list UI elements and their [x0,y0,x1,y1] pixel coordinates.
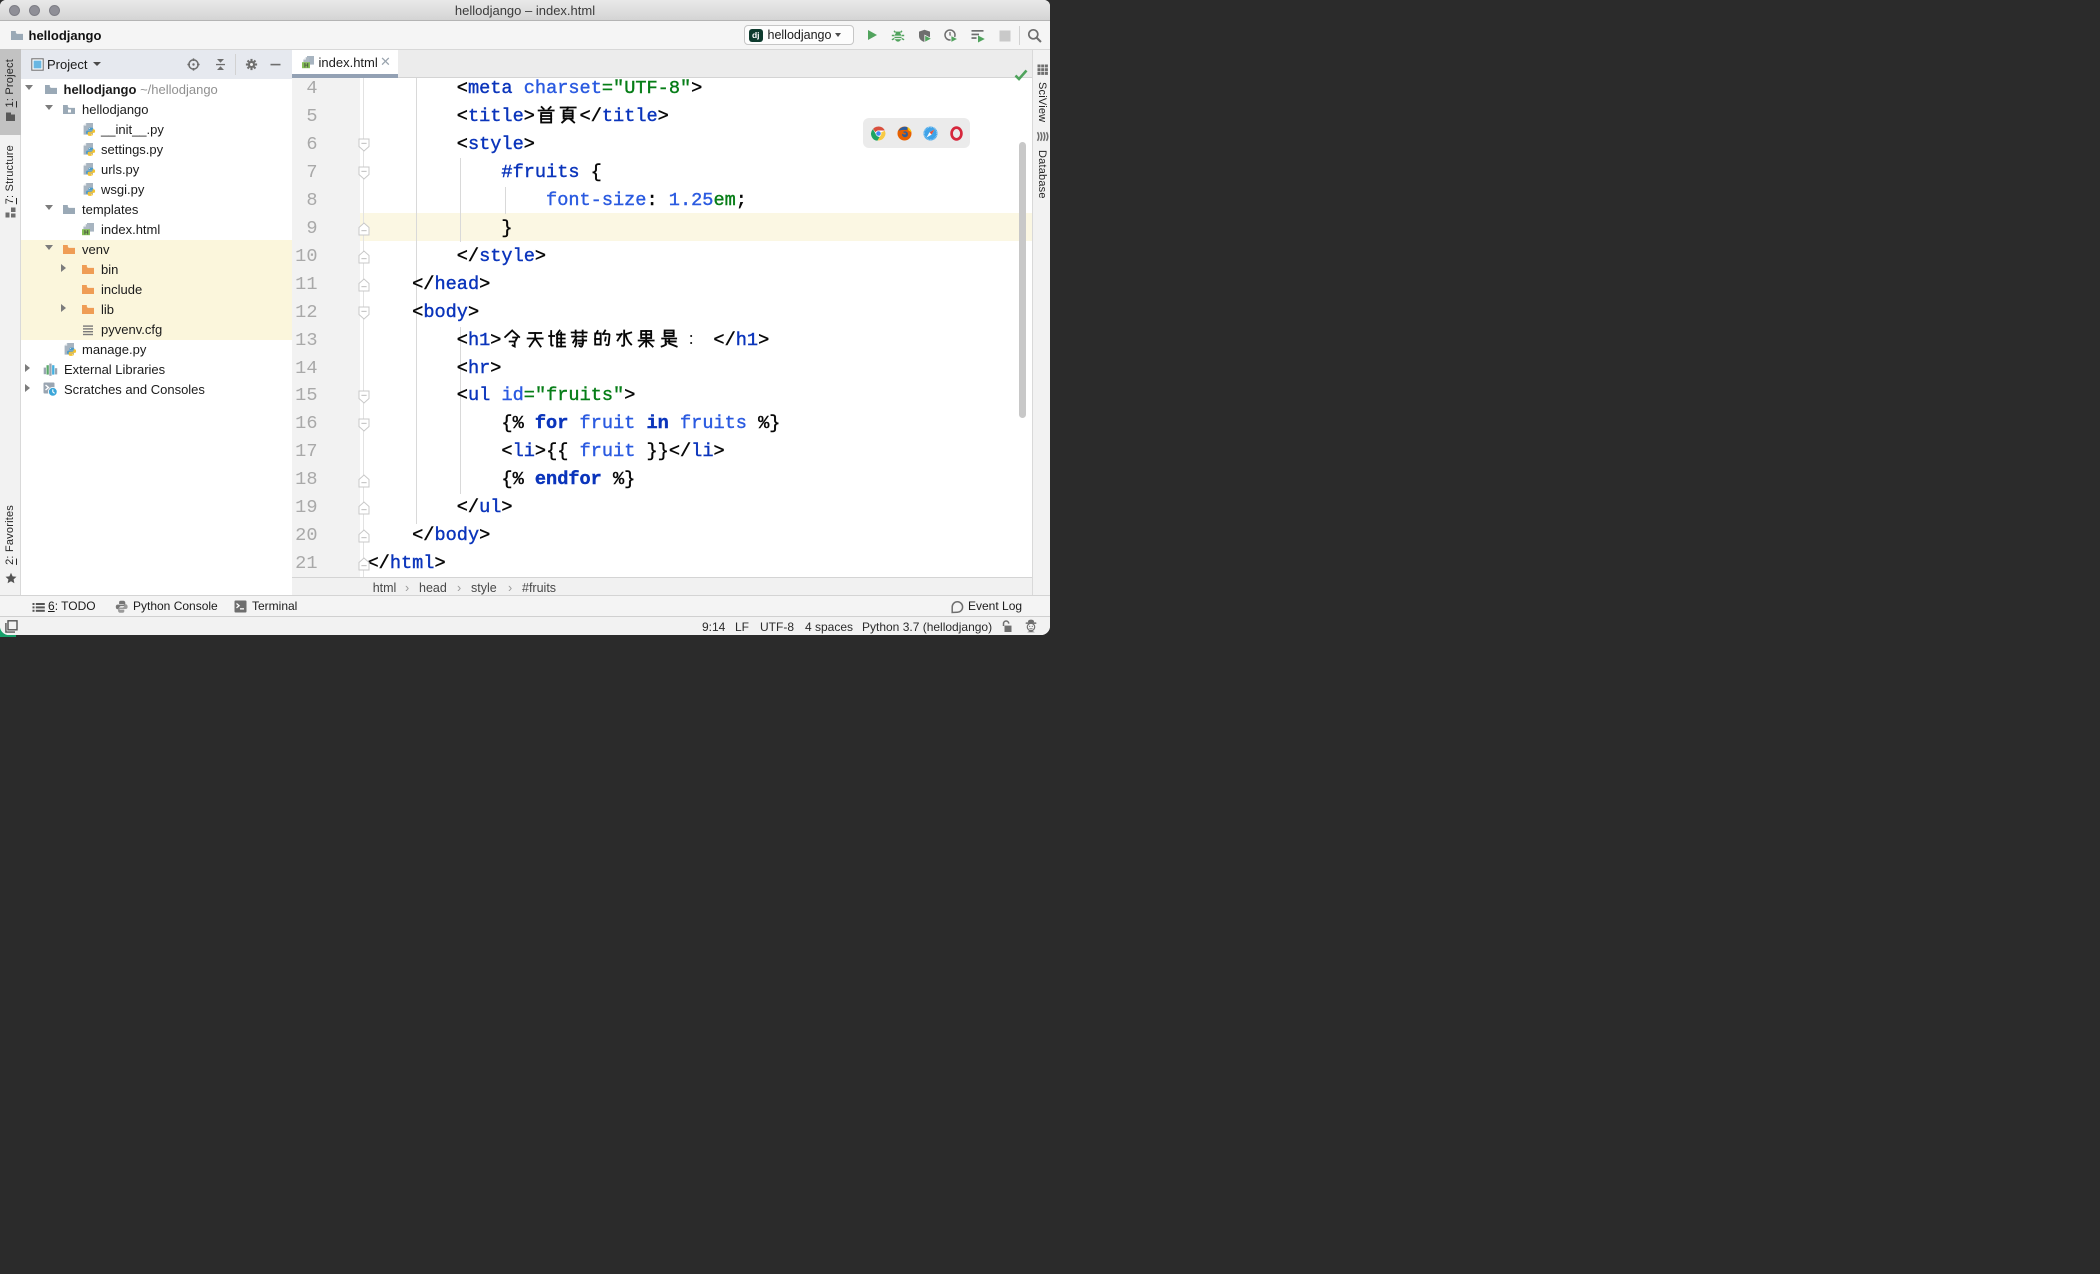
svg-text:H: H [84,229,89,236]
svg-text:H: H [304,62,309,69]
